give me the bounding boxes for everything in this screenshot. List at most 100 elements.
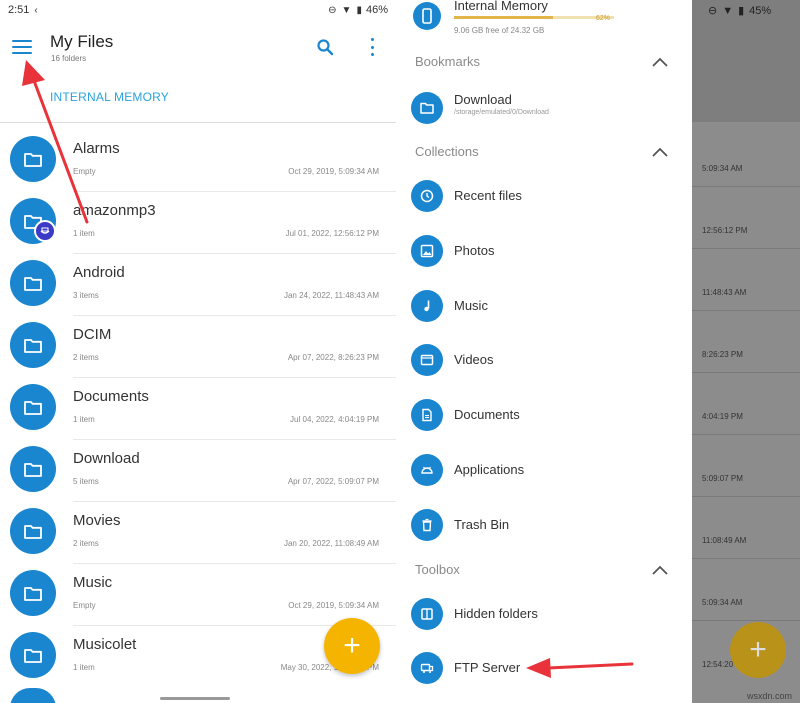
add-fab-button[interactable]: + xyxy=(324,618,380,674)
gesture-handle xyxy=(160,697,230,700)
battery-percent: 46% xyxy=(365,4,388,16)
file-row-download[interactable]: Download 5 items Apr 07, 2022, 5:09:07 P… xyxy=(0,440,396,502)
dimmed-date: 12:56:12 PM xyxy=(702,226,748,235)
phone-storage-icon xyxy=(413,2,441,30)
file-name: Documents xyxy=(73,388,149,405)
battery-icon: ▮ xyxy=(356,4,362,16)
storage-name: Internal Memory xyxy=(454,0,548,13)
file-name: Alarms xyxy=(73,140,120,157)
dimmed-date: 8:26:23 PM xyxy=(702,350,743,359)
file-meta: Empty xyxy=(73,601,96,610)
file-row-amazonmp3[interactable]: amazonmp3 1 item Jul 01, 2022, 12:56:12 … xyxy=(0,192,396,254)
collection-applications[interactable]: Applications xyxy=(408,450,692,494)
file-meta: 1 item xyxy=(73,415,95,424)
screen-gap xyxy=(396,0,408,703)
toolbox-hidden-folders[interactable]: Hidden folders xyxy=(408,594,692,638)
file-meta: 2 items xyxy=(73,353,99,362)
folder-icon xyxy=(10,570,56,616)
collection-label: Applications xyxy=(454,462,525,477)
trash-icon xyxy=(411,509,443,541)
file-meta: 5 items xyxy=(73,477,99,486)
file-name: amazonmp3 xyxy=(73,202,156,219)
wifi-icon: ▼ xyxy=(722,4,734,17)
watermark: wsxdn.com xyxy=(746,691,792,701)
file-row-dcim[interactable]: DCIM 2 items Apr 07, 2022, 8:26:23 PM xyxy=(0,316,396,378)
file-meta: 1 item xyxy=(73,663,95,672)
file-name: Musicolet xyxy=(73,636,137,653)
battery-icon: ▮ xyxy=(738,5,745,17)
collection-label: Recent files xyxy=(454,188,522,203)
chevron-up-icon[interactable] xyxy=(652,57,668,67)
dimmed-date: 11:48:43 AM xyxy=(702,288,747,297)
section-collections: Collections xyxy=(415,144,479,159)
file-meta: 3 items xyxy=(73,291,99,300)
collection-videos[interactable]: Videos xyxy=(408,340,692,384)
folder-icon xyxy=(411,92,443,124)
toolbox-label: Hidden folders xyxy=(454,606,538,621)
file-row-documents[interactable]: Documents 1 item Jul 04, 2022, 4:04:19 P… xyxy=(0,378,396,440)
collection-photos[interactable]: Photos xyxy=(408,231,692,275)
file-manager-screen: 2:51 ‹ ⊖ ▼ ▮ 46% My Files 16 folders INT… xyxy=(0,0,396,703)
ftp-server-icon xyxy=(411,652,443,684)
bookmark-label: Download xyxy=(454,92,512,107)
dimmed-date: 11:08:49 AM xyxy=(702,536,747,545)
file-row-movies[interactable]: Movies 2 items Jan 20, 2022, 11:08:49 AM xyxy=(0,502,396,564)
folder-icon-partial xyxy=(10,688,56,703)
file-row-alarms[interactable]: Alarms Empty Oct 29, 2019, 5:09:34 AM xyxy=(0,130,396,192)
file-date: Jul 04, 2022, 4:04:19 PM xyxy=(290,415,379,424)
file-name: DCIM xyxy=(73,326,112,343)
file-date: Apr 07, 2022, 5:09:07 PM xyxy=(287,477,379,486)
file-meta: Empty xyxy=(73,167,96,176)
page-title: My Files xyxy=(50,32,114,51)
search-icon[interactable] xyxy=(316,38,334,56)
video-icon xyxy=(411,344,443,376)
toolbox-label: FTP Server xyxy=(454,660,521,675)
navigation-drawer: Internal Memory 62% 9.06 GB free of 24.3… xyxy=(408,0,692,703)
chevron-up-icon[interactable] xyxy=(652,565,668,575)
toolbox-ftp-server[interactable]: FTP Server xyxy=(408,648,692,692)
file-date: Oct 29, 2019, 5:09:34 AM xyxy=(288,167,379,176)
share-icon: ‹ xyxy=(34,4,38,16)
more-options-icon[interactable] xyxy=(366,38,378,56)
collection-label: Music xyxy=(454,298,488,313)
document-icon xyxy=(411,399,443,431)
folder-icon xyxy=(10,632,56,678)
folder-icon xyxy=(10,260,56,306)
collection-recent-files[interactable]: Recent files xyxy=(408,176,692,220)
divider xyxy=(0,122,396,123)
bookmark-download[interactable]: Download /storage/emulated/0/Download xyxy=(408,88,692,132)
file-name: Music xyxy=(73,574,113,591)
breadcrumb[interactable]: INTERNAL MEMORY xyxy=(50,90,169,104)
app-badge-icon xyxy=(34,220,56,242)
collection-label: Photos xyxy=(454,243,495,258)
status-bar: ⊖ ▼ ▮ 45% xyxy=(708,4,772,18)
chevron-up-icon[interactable] xyxy=(652,147,668,157)
dimmed-date: 5:09:07 PM xyxy=(702,474,743,483)
file-name: Android xyxy=(73,264,125,281)
collection-documents[interactable]: Documents xyxy=(408,395,692,439)
file-row-music[interactable]: Music Empty Oct 29, 2019, 5:09:34 AM xyxy=(0,564,396,626)
add-fab-button-dimmed: + xyxy=(730,622,786,678)
section-bookmarks: Bookmarks xyxy=(415,54,481,69)
file-meta: 1 item xyxy=(73,229,95,238)
folder-icon xyxy=(10,136,56,182)
clock-icon xyxy=(411,180,443,212)
battery-percent: 45% xyxy=(749,4,772,17)
file-date: Jan 20, 2022, 11:08:49 AM xyxy=(283,539,379,548)
dimmed-date: 4:04:19 PM xyxy=(702,412,743,421)
dimmed-date: 5:09:34 AM xyxy=(702,598,743,607)
hidden-folder-icon xyxy=(411,598,443,630)
status-bar: 2:51 ‹ ⊖ ▼ ▮ 46% xyxy=(0,0,396,20)
collection-music[interactable]: Music xyxy=(408,286,692,330)
storage-free: 9.06 GB free of 24.32 GB xyxy=(454,26,545,35)
file-date: Apr 07, 2022, 8:26:23 PM xyxy=(287,353,379,362)
android-icon xyxy=(411,454,443,486)
hamburger-menu-icon[interactable] xyxy=(12,40,32,56)
file-meta: 2 items xyxy=(73,539,99,548)
file-row-android[interactable]: Android 3 items Jan 24, 2022, 11:48:43 A… xyxy=(0,254,396,316)
do-not-disturb-icon: ⊖ xyxy=(328,4,337,16)
collection-trash-bin[interactable]: Trash Bin xyxy=(408,505,692,549)
app-bar: My Files 16 folders xyxy=(0,22,396,78)
storage-percent: 62% xyxy=(596,15,611,22)
status-time: 2:51 xyxy=(8,4,30,16)
